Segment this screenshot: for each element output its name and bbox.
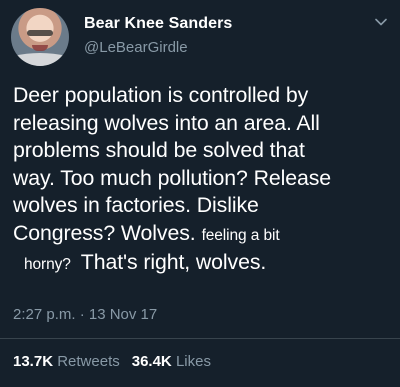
tweet-text-line: Deer population is controlled by	[13, 83, 309, 107]
tweet-text-segment: Congress? Wolves.	[13, 220, 196, 245]
tweet-text-line: wolves in factories. Dislike	[13, 193, 259, 217]
tweet-text-line: horny? That's right, wolves.	[13, 249, 393, 279]
tweet-small-text: horny?	[24, 256, 71, 273]
likes-label: Likes	[175, 353, 211, 370]
tweet-text: Deer population is controlled by releasi…	[13, 82, 393, 279]
avatar-mouth	[32, 45, 48, 51]
likes-count: 36.4K	[131, 353, 172, 370]
retweets-count: 13.7K	[13, 353, 54, 370]
retweets-label: Retweets	[57, 353, 120, 370]
chevron-down-icon[interactable]	[372, 13, 390, 31]
tweet-text-line: problems should be solved that	[13, 138, 305, 162]
author-handle[interactable]: @LeBearGirdle	[84, 39, 188, 56]
tweet-timestamp[interactable]: 2:27 p.m. · 13 Nov 17	[13, 306, 157, 323]
tweet-text-line: Congress? Wolves. feeling a bit	[13, 220, 393, 250]
retweets-stat[interactable]: 13.7K Retweets	[13, 353, 120, 370]
likes-stat[interactable]: 36.4K Likes	[132, 353, 211, 370]
tweet-card: Bear Knee Sanders @LeBearGirdle Deer pop…	[0, 0, 400, 387]
author-display-name[interactable]: Bear Knee Sanders	[84, 15, 232, 33]
tweet-header: Bear Knee Sanders @LeBearGirdle	[0, 0, 400, 72]
divider	[0, 338, 400, 339]
avatar-glasses	[27, 30, 53, 36]
tweet-text-line: releasing wolves into an area. All	[13, 110, 320, 135]
tweet-text-segment: That's right, wolves.	[80, 250, 267, 274]
tweet-text-line: way. Too much pollution? Release	[13, 165, 332, 190]
tweet-stats: 13.7K Retweets 36.4K Likes	[13, 353, 211, 370]
avatar[interactable]	[11, 8, 69, 66]
tweet-small-text: feeling a bit	[201, 226, 280, 244]
avatar-shirt	[11, 53, 69, 66]
